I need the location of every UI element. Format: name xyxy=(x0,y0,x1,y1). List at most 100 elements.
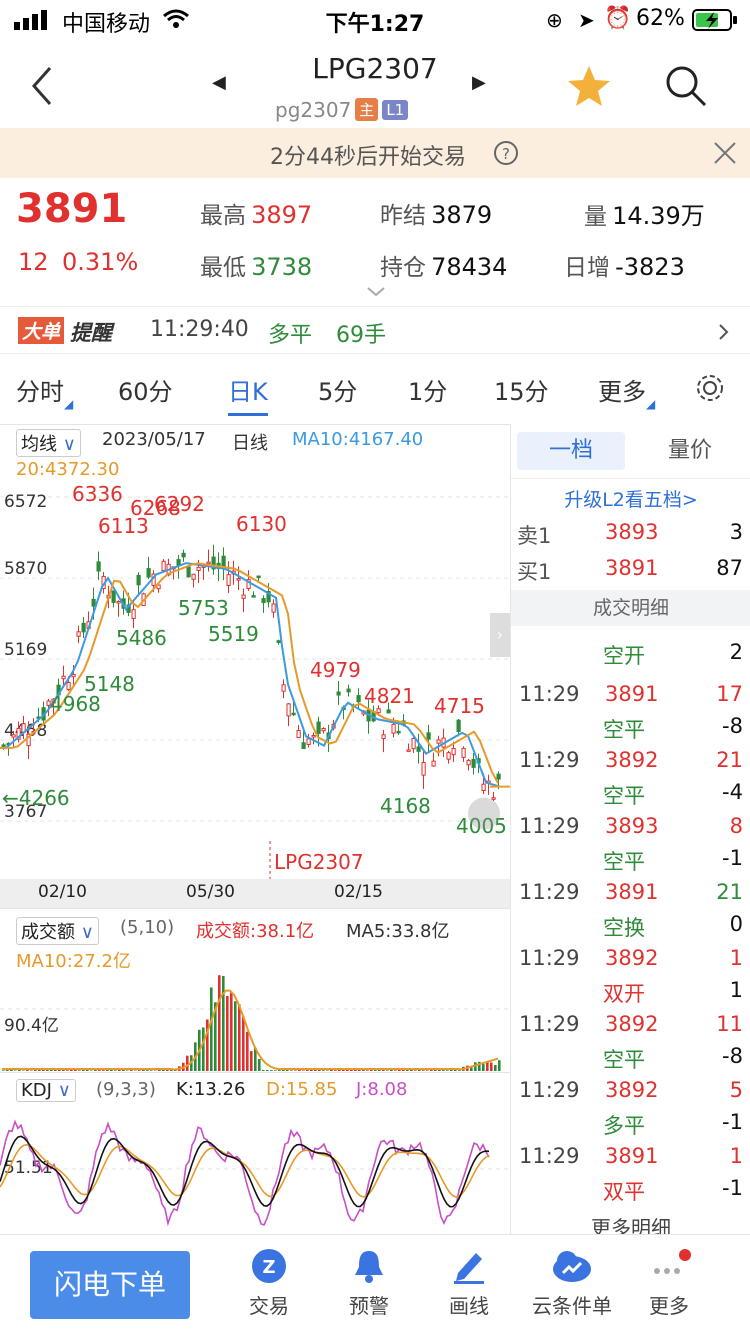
candle-body xyxy=(456,719,461,732)
y-axis-label: 6572 xyxy=(4,492,47,512)
candle-body xyxy=(466,759,471,766)
trade-detail-header: 成交明细 xyxy=(511,590,750,626)
trade-volume: 11 xyxy=(716,1012,743,1036)
trade-list[interactable]: 空开 2 11:29 3891 17 空平 -8 11:29 3892 21 空平 -4 11:29… xyxy=(511,626,750,1206)
trade-time: 11:29 xyxy=(519,1144,580,1168)
volume-bar xyxy=(482,1063,485,1071)
ma-type-select[interactable]: 均线 ∨ xyxy=(16,429,81,457)
volume-bar xyxy=(246,1031,249,1071)
tab-level1[interactable]: 一档 xyxy=(517,432,625,470)
volume-bar xyxy=(14,1070,17,1071)
volume-bar xyxy=(134,1070,137,1071)
trade-type: 双开 xyxy=(603,982,645,1006)
volume-bar xyxy=(266,1069,269,1071)
volume-bar xyxy=(442,1070,445,1071)
volume-panel[interactable]: 成交额 ∨ (5,10) 成交额:38.1亿 MA5:33.8亿 MA10:27… xyxy=(0,908,510,1072)
candle-body xyxy=(386,709,391,714)
volume-bar xyxy=(494,1065,497,1071)
search-icon[interactable] xyxy=(664,64,708,108)
more-button[interactable]: 更多 xyxy=(624,1247,714,1319)
tab-15min[interactable]: 15分 xyxy=(494,372,549,407)
kdj-indicator-select[interactable]: KDJ ∨ xyxy=(16,1079,76,1102)
expand-side-handle[interactable]: › xyxy=(490,613,510,657)
tab-volume-price[interactable]: 量价 xyxy=(635,432,745,470)
kline-chart[interactable]: 6572587051694468376763366113626862926130… xyxy=(0,481,510,908)
trade-button[interactable]: Z 交易 xyxy=(224,1247,314,1319)
settings-gear-icon[interactable] xyxy=(694,372,726,404)
next-contract-icon[interactable]: ▶ xyxy=(472,72,486,93)
tab-60min[interactable]: 60分 xyxy=(118,372,173,407)
kline-date: 2023/05/17 xyxy=(102,429,206,450)
x-axis-label: 05/30 xyxy=(186,882,235,902)
trade-volume: 21 xyxy=(716,748,743,772)
price-annotation: 4979 xyxy=(310,658,361,682)
candle-body xyxy=(251,595,256,598)
volume-bar xyxy=(114,1070,117,1071)
tab-1min[interactable]: 1分 xyxy=(408,372,447,407)
ask-price: 3893 xyxy=(605,520,659,544)
draw-line-button[interactable]: 画线 xyxy=(424,1247,514,1319)
candle-body xyxy=(256,575,261,579)
volume-ma10: MA10:27.2亿 xyxy=(16,951,131,972)
trade-change: -4 xyxy=(722,780,743,804)
daily-change-cell: 日增 -3823 xyxy=(564,248,685,282)
large-order-alert[interactable]: 大单 提醒 11:29:40 多平 69手 xyxy=(0,306,750,354)
more-dots-icon xyxy=(654,1249,691,1274)
kdj-chart[interactable]: 51.51 xyxy=(0,1107,510,1234)
trade-time: 11:29 xyxy=(519,682,580,706)
candle-body xyxy=(196,566,201,571)
kdj-d-line xyxy=(0,1143,490,1198)
volume-indicator-select[interactable]: 成交额 ∨ xyxy=(16,917,99,945)
trade-price: 3892 xyxy=(605,748,659,772)
candle-body xyxy=(446,752,451,760)
tab-minute[interactable]: 分时◢ xyxy=(16,372,73,411)
candle-body xyxy=(356,695,361,703)
candle-body xyxy=(276,640,281,643)
tab-more[interactable]: 更多◢ xyxy=(598,372,655,411)
ask-row: 卖1 3893 3 xyxy=(511,518,750,554)
alert-tag-big: 大单 xyxy=(18,317,65,344)
volume-ma5: MA5:33.8亿 xyxy=(346,921,450,942)
tab-5min[interactable]: 5分 xyxy=(318,372,357,407)
volume-bar xyxy=(62,1069,65,1071)
upgrade-l2-link[interactable]: 升级L2看五档> xyxy=(511,478,750,512)
candle-body xyxy=(296,730,301,739)
kdj-panel[interactable]: KDJ ∨ (9,3,3) K:13.26 D:15.85 J:8.08 51.… xyxy=(0,1072,510,1234)
tab-daily[interactable]: 日K xyxy=(228,372,268,416)
price-change-pct: 0.31% xyxy=(62,248,139,276)
candle-body xyxy=(191,573,196,580)
cloud-order-button[interactable]: 云条件单 xyxy=(524,1247,620,1319)
candle-body xyxy=(91,598,96,607)
candle-body xyxy=(206,561,211,565)
candle-body xyxy=(411,738,416,750)
trade-volume: 21 xyxy=(716,880,743,904)
kline-panel[interactable]: 均线 ∨ 2023/05/17 日线 MA10:4167.40 20:4372.… xyxy=(0,424,510,908)
trade-price: 3892 xyxy=(605,1012,659,1036)
volume-bar xyxy=(30,1070,33,1071)
volume-bar xyxy=(186,1055,189,1071)
contract-label: LPG2307 xyxy=(274,850,364,874)
expand-chevron-icon[interactable] xyxy=(366,286,386,298)
more-detail-link[interactable]: 更多明细 xyxy=(511,1212,750,1234)
help-icon[interactable]: ? xyxy=(493,140,519,166)
star-icon[interactable] xyxy=(566,64,612,108)
last-price: 3891 xyxy=(16,186,128,232)
trade-item: 11:29 3892 11 空平 -8 xyxy=(511,1008,750,1074)
price-annotation: 5519 xyxy=(208,622,259,646)
volume-label: 量 xyxy=(584,204,607,230)
close-icon[interactable] xyxy=(712,140,738,166)
volume-chart[interactable]: 90.4亿 xyxy=(0,973,510,1072)
flash-order-button[interactable]: 闪电下单 xyxy=(30,1251,190,1319)
alert-button[interactable]: 预警 xyxy=(324,1247,414,1319)
candle-body xyxy=(436,739,441,744)
trade-time: 11:29 xyxy=(519,748,580,772)
svg-text:Z: Z xyxy=(262,1257,275,1278)
volume-bar xyxy=(262,1069,265,1071)
crosshair-dot xyxy=(468,797,500,830)
price-annotation: 4715 xyxy=(434,694,485,718)
volume-bar xyxy=(34,1069,37,1071)
open-interest-value: 78434 xyxy=(431,253,508,281)
volume-bar xyxy=(82,1069,85,1071)
volume-bar xyxy=(126,1070,129,1071)
ma10-legend: MA10:4167.40 xyxy=(292,429,424,450)
